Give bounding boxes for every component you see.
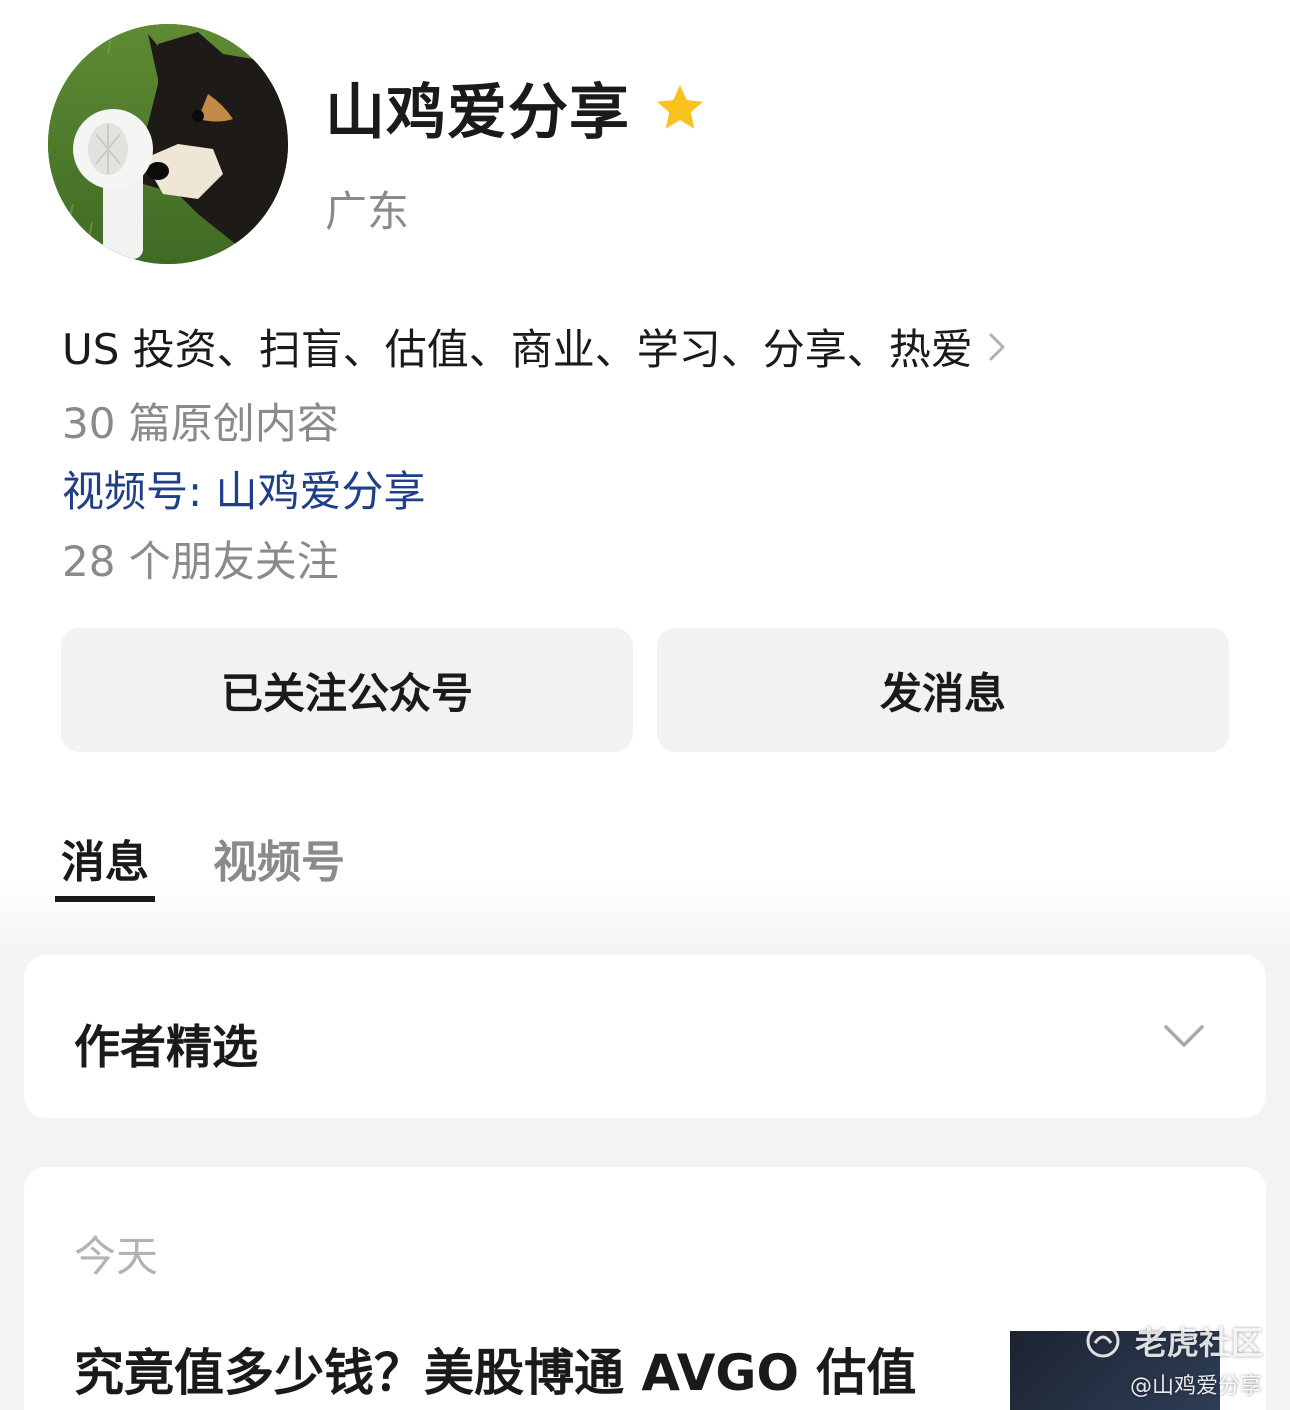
author-picks-title: 作者精选 — [74, 1020, 258, 1074]
content-tabs: 消息 视频号 — [55, 826, 351, 902]
article-title[interactable]: 究竟值多少钱？美股博通 AVGO 估值 — [74, 1333, 916, 1405]
dog-avatar-icon — [48, 24, 288, 264]
profile-bio-row[interactable]: US 投资、扫盲、估值、商业、学习、分享、热爱 — [62, 316, 1009, 377]
watermark-logo: 老虎社区 — [1085, 1318, 1263, 1364]
friends-following[interactable]: 28 个朋友关注 — [62, 528, 339, 589]
avatar[interactable] — [48, 24, 288, 264]
profile-region: 广东 — [325, 187, 410, 236]
profile-name: 山鸡爱分享 — [325, 78, 630, 148]
star-icon[interactable] — [652, 80, 708, 136]
tab-messages[interactable]: 消息 — [55, 826, 155, 902]
profile-bio: US 投资、扫盲、估值、商业、学习、分享、热爱 — [62, 325, 973, 374]
profile-page: 山鸡爱分享 广东 US 投资、扫盲、估值、商业、学习、分享、热爱 30 篇原创内… — [0, 0, 1290, 1410]
tab-channels[interactable]: 视频号 — [207, 826, 351, 902]
feed-date: 今天 — [74, 1232, 159, 1281]
channel-link[interactable]: 视频号: 山鸡爱分享 — [62, 458, 426, 519]
profile-name-row: 山鸡爱分享 — [325, 64, 708, 151]
message-feed-card: 今天 究竟值多少钱？美股博通 AVGO 估值 — [24, 1167, 1266, 1410]
watermark-brand: 老虎社区 — [1135, 1324, 1264, 1362]
chevron-down-icon[interactable] — [1162, 1021, 1206, 1051]
followed-account-button[interactable]: 已关注公众号 — [61, 628, 633, 752]
author-picks-card[interactable]: 作者精选 — [24, 955, 1266, 1118]
tiger-logo-icon — [1086, 1324, 1120, 1358]
chevron-right-icon — [989, 333, 1005, 360]
article-count[interactable]: 30 篇原创内容 — [62, 390, 339, 451]
watermark-handle: @山鸡爱分享 — [1130, 1374, 1263, 1399]
watermark: 老虎社区 @山鸡爱分享 — [1085, 1318, 1270, 1408]
send-message-button[interactable]: 发消息 — [657, 628, 1229, 752]
